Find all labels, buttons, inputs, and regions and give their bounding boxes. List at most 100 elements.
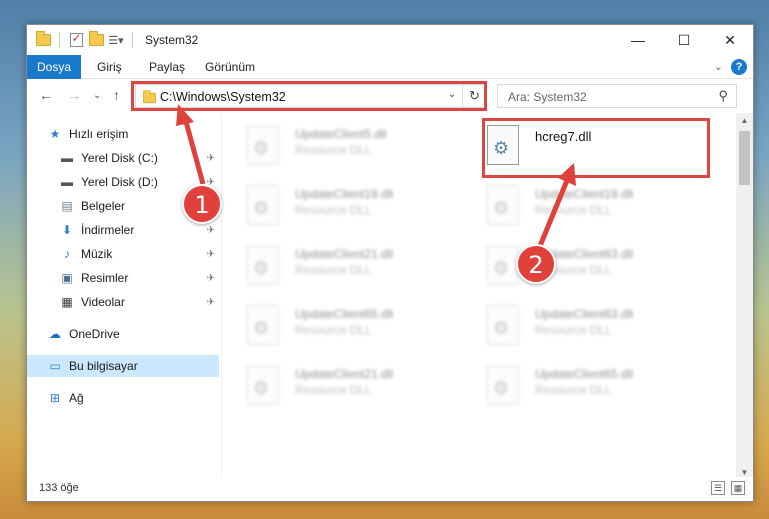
sidebar-item-music[interactable]: ♪ Müzik ✈ <box>59 243 219 265</box>
scroll-thumb[interactable] <box>739 131 750 185</box>
pin-icon[interactable]: ✈ <box>207 249 215 260</box>
sidebar-item-quick-access[interactable]: ★ Hızlı erişim <box>47 123 219 145</box>
file-item[interactable]: UpdateClient21.dll Resource DLL <box>227 239 457 293</box>
computer-icon: ▭ <box>49 359 61 373</box>
file-item[interactable]: UpdateClient21.dll Resource DLL <box>227 359 457 413</box>
file-item[interactable]: UpdateClient63.dll Resource DLL <box>467 239 697 293</box>
sidebar-item-label: İndirmeler <box>81 223 135 237</box>
file-item[interactable]: UpdateClient19.dll Resource DLL <box>467 179 697 233</box>
file-name: UpdateClient19.dll <box>535 187 634 201</box>
details-view-icon[interactable]: ☰ <box>711 481 725 495</box>
up-button[interactable]: ↑ <box>113 87 120 103</box>
dll-file-icon <box>487 245 519 285</box>
maximize-button[interactable]: ☐ <box>661 25 707 55</box>
dll-file-icon <box>247 245 279 285</box>
network-icon: ⊞ <box>49 391 61 405</box>
back-button[interactable]: ← <box>39 87 53 103</box>
file-name: UpdateClient65.dll <box>535 367 634 381</box>
sidebar-item-label: Resimler <box>81 271 129 285</box>
divider <box>132 32 133 48</box>
file-type: Resource DLL <box>295 203 372 217</box>
file-item[interactable]: UpdateClient65.dll Resource DLL <box>467 359 697 413</box>
file-name: UpdateClient19.dll <box>295 187 394 201</box>
address-highlight-box <box>131 81 487 111</box>
window-controls: — ☐ ✕ <box>615 25 753 55</box>
dll-file-icon <box>247 185 279 225</box>
sidebar-item-label: Bu bilgisayar <box>69 359 138 373</box>
properties-icon[interactable] <box>68 31 84 48</box>
sidebar-item-label: Yerel Disk (D:) <box>81 175 158 189</box>
ribbon-expand-icon[interactable]: ⌄ <box>714 60 723 73</box>
close-button[interactable]: ✕ <box>707 25 753 55</box>
file-item[interactable]: UpdateClient19.dll Resource DLL <box>227 179 457 233</box>
sidebar-item-label: Müzik <box>81 247 113 261</box>
file-type: Resource DLL <box>535 323 612 337</box>
pin-icon[interactable]: ✈ <box>207 297 215 308</box>
file-highlight-box <box>482 118 710 178</box>
file-type: Resource DLL <box>295 143 372 157</box>
step-1-badge: 1 <box>182 184 222 224</box>
dll-file-icon <box>247 125 279 165</box>
help-icon[interactable]: ? <box>731 59 747 75</box>
divider <box>59 32 60 48</box>
step-2-badge: 2 <box>516 244 556 284</box>
new-folder-icon[interactable] <box>88 31 104 48</box>
videos-icon: ▦ <box>61 295 73 309</box>
sidebar-item-this-pc[interactable]: ▭ Bu bilgisayar <box>27 355 219 377</box>
minimize-button[interactable]: — <box>615 25 661 55</box>
pin-icon[interactable]: ✈ <box>207 153 215 164</box>
file-item[interactable]: UpdateClient63.dll Resource DLL <box>467 299 697 353</box>
sidebar-item-label: Videolar <box>81 295 125 309</box>
pin-icon[interactable]: ✈ <box>207 225 215 236</box>
vertical-scrollbar[interactable]: ▲ ▼ <box>736 113 753 481</box>
forward-button[interactable]: → <box>67 87 81 103</box>
quick-access-toolbar: ☰▾ <box>27 31 137 48</box>
dll-file-icon <box>247 365 279 405</box>
sidebar-item-videos[interactable]: ▦ Videolar ✈ <box>59 291 219 313</box>
sidebar-item-pictures[interactable]: ▣ Resimler ✈ <box>59 267 219 289</box>
ribbon-tabs: Dosya Giriş Paylaş Görünüm ⌄ ? <box>27 55 753 79</box>
file-type: Resource DLL <box>535 203 612 217</box>
tab-home[interactable]: Giriş <box>97 55 122 79</box>
file-type: Resource DLL <box>295 323 372 337</box>
customize-icon[interactable]: ☰▾ <box>108 32 124 48</box>
download-icon: ⬇ <box>61 223 73 237</box>
file-item[interactable]: UpdateClient5.dll Resource DLL <box>227 119 457 173</box>
large-icons-view-icon[interactable]: ▦ <box>731 481 745 495</box>
file-name: UpdateClient65.dll <box>295 307 394 321</box>
sidebar-item-network[interactable]: ⊞ Ağ <box>47 387 219 409</box>
file-name: UpdateClient21.dll <box>295 247 394 261</box>
sidebar-item-onedrive[interactable]: ☁ OneDrive <box>47 323 219 345</box>
recent-locations-button[interactable]: ⌄ <box>93 90 101 101</box>
documents-icon: ▤ <box>61 199 73 213</box>
sidebar-item-disk-c[interactable]: ▬ Yerel Disk (C:) ✈ <box>59 147 219 169</box>
file-name: UpdateClient5.dll <box>295 127 387 141</box>
search-box[interactable]: Ara: System32 ⚲ <box>497 84 737 108</box>
title-bar: ☰▾ System32 — ☐ ✕ <box>27 25 753 55</box>
pictures-icon: ▣ <box>61 271 73 285</box>
navigation-pane: ★ Hızlı erişim ▬ Yerel Disk (C:) ✈ ▬ Yer… <box>27 117 219 477</box>
drive-icon: ▬ <box>61 175 73 189</box>
dll-file-icon <box>487 305 519 345</box>
sidebar-item-label: Yerel Disk (C:) <box>81 151 158 165</box>
file-type: Resource DLL <box>535 383 612 397</box>
sidebar-item-label: Belgeler <box>81 199 126 213</box>
scroll-up-icon[interactable]: ▲ <box>736 113 753 129</box>
file-type: Resource DLL <box>295 263 372 277</box>
pane-divider[interactable] <box>221 113 222 481</box>
file-name: UpdateClient63.dll <box>535 307 634 321</box>
view-switcher: ☰ ▦ <box>711 481 745 495</box>
tab-view[interactable]: Görünüm <box>205 55 255 79</box>
window-title: System32 <box>145 33 199 47</box>
tab-file[interactable]: Dosya <box>27 55 81 79</box>
music-icon: ♪ <box>64 247 70 261</box>
dll-file-icon <box>487 365 519 405</box>
pin-icon[interactable]: ✈ <box>207 273 215 284</box>
search-icon[interactable]: ⚲ <box>718 88 728 104</box>
search-placeholder[interactable]: Ara: System32 <box>508 90 587 104</box>
sidebar-item-label: Hızlı erişim <box>69 127 129 141</box>
file-item[interactable]: UpdateClient65.dll Resource DLL <box>227 299 457 353</box>
folder-icon[interactable] <box>35 31 51 48</box>
tab-share[interactable]: Paylaş <box>149 55 185 79</box>
cloud-icon: ☁ <box>49 327 61 341</box>
